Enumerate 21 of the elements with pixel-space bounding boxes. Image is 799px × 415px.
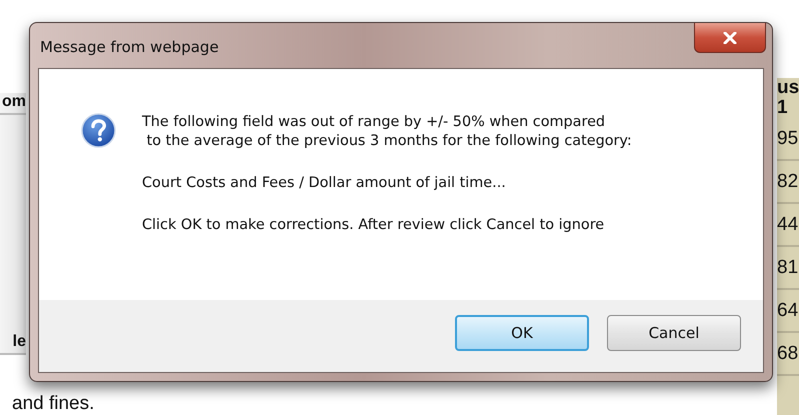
message-text: to the average of the previous 3 months for the following category:: [146, 132, 632, 151]
message-text: The following field was out of range by +/- 50% when compared: [142, 113, 606, 132]
table-cell: 64: [777, 290, 799, 333]
table-cell: le: [0, 333, 26, 355]
table-cell: 44: [777, 204, 799, 247]
question-icon: [81, 113, 116, 148]
table-cell: om: [0, 93, 26, 115]
message-text: Court Costs and Fees / Dollar amount of jail time...: [142, 174, 507, 193]
table-cell: 95: [777, 118, 799, 161]
window-title: Message from webpage: [39, 38, 219, 56]
body-text: and fines.: [12, 393, 94, 415]
table-cell-text: 1: [777, 98, 789, 118]
table-cell: 68: [777, 333, 799, 376]
table-cell: 82: [777, 161, 799, 204]
table-cell: us: [777, 78, 799, 98]
dialog-button[interactable]: OK: [455, 315, 589, 351]
dialog-button[interactable]: Cancel: [607, 315, 741, 351]
message-text: Click OK to make corrections. After review click Cancel to ignore: [142, 216, 606, 235]
table-cell: 81: [777, 247, 799, 290]
close-icon: [723, 32, 737, 44]
close-button[interactable]: [694, 23, 766, 53]
